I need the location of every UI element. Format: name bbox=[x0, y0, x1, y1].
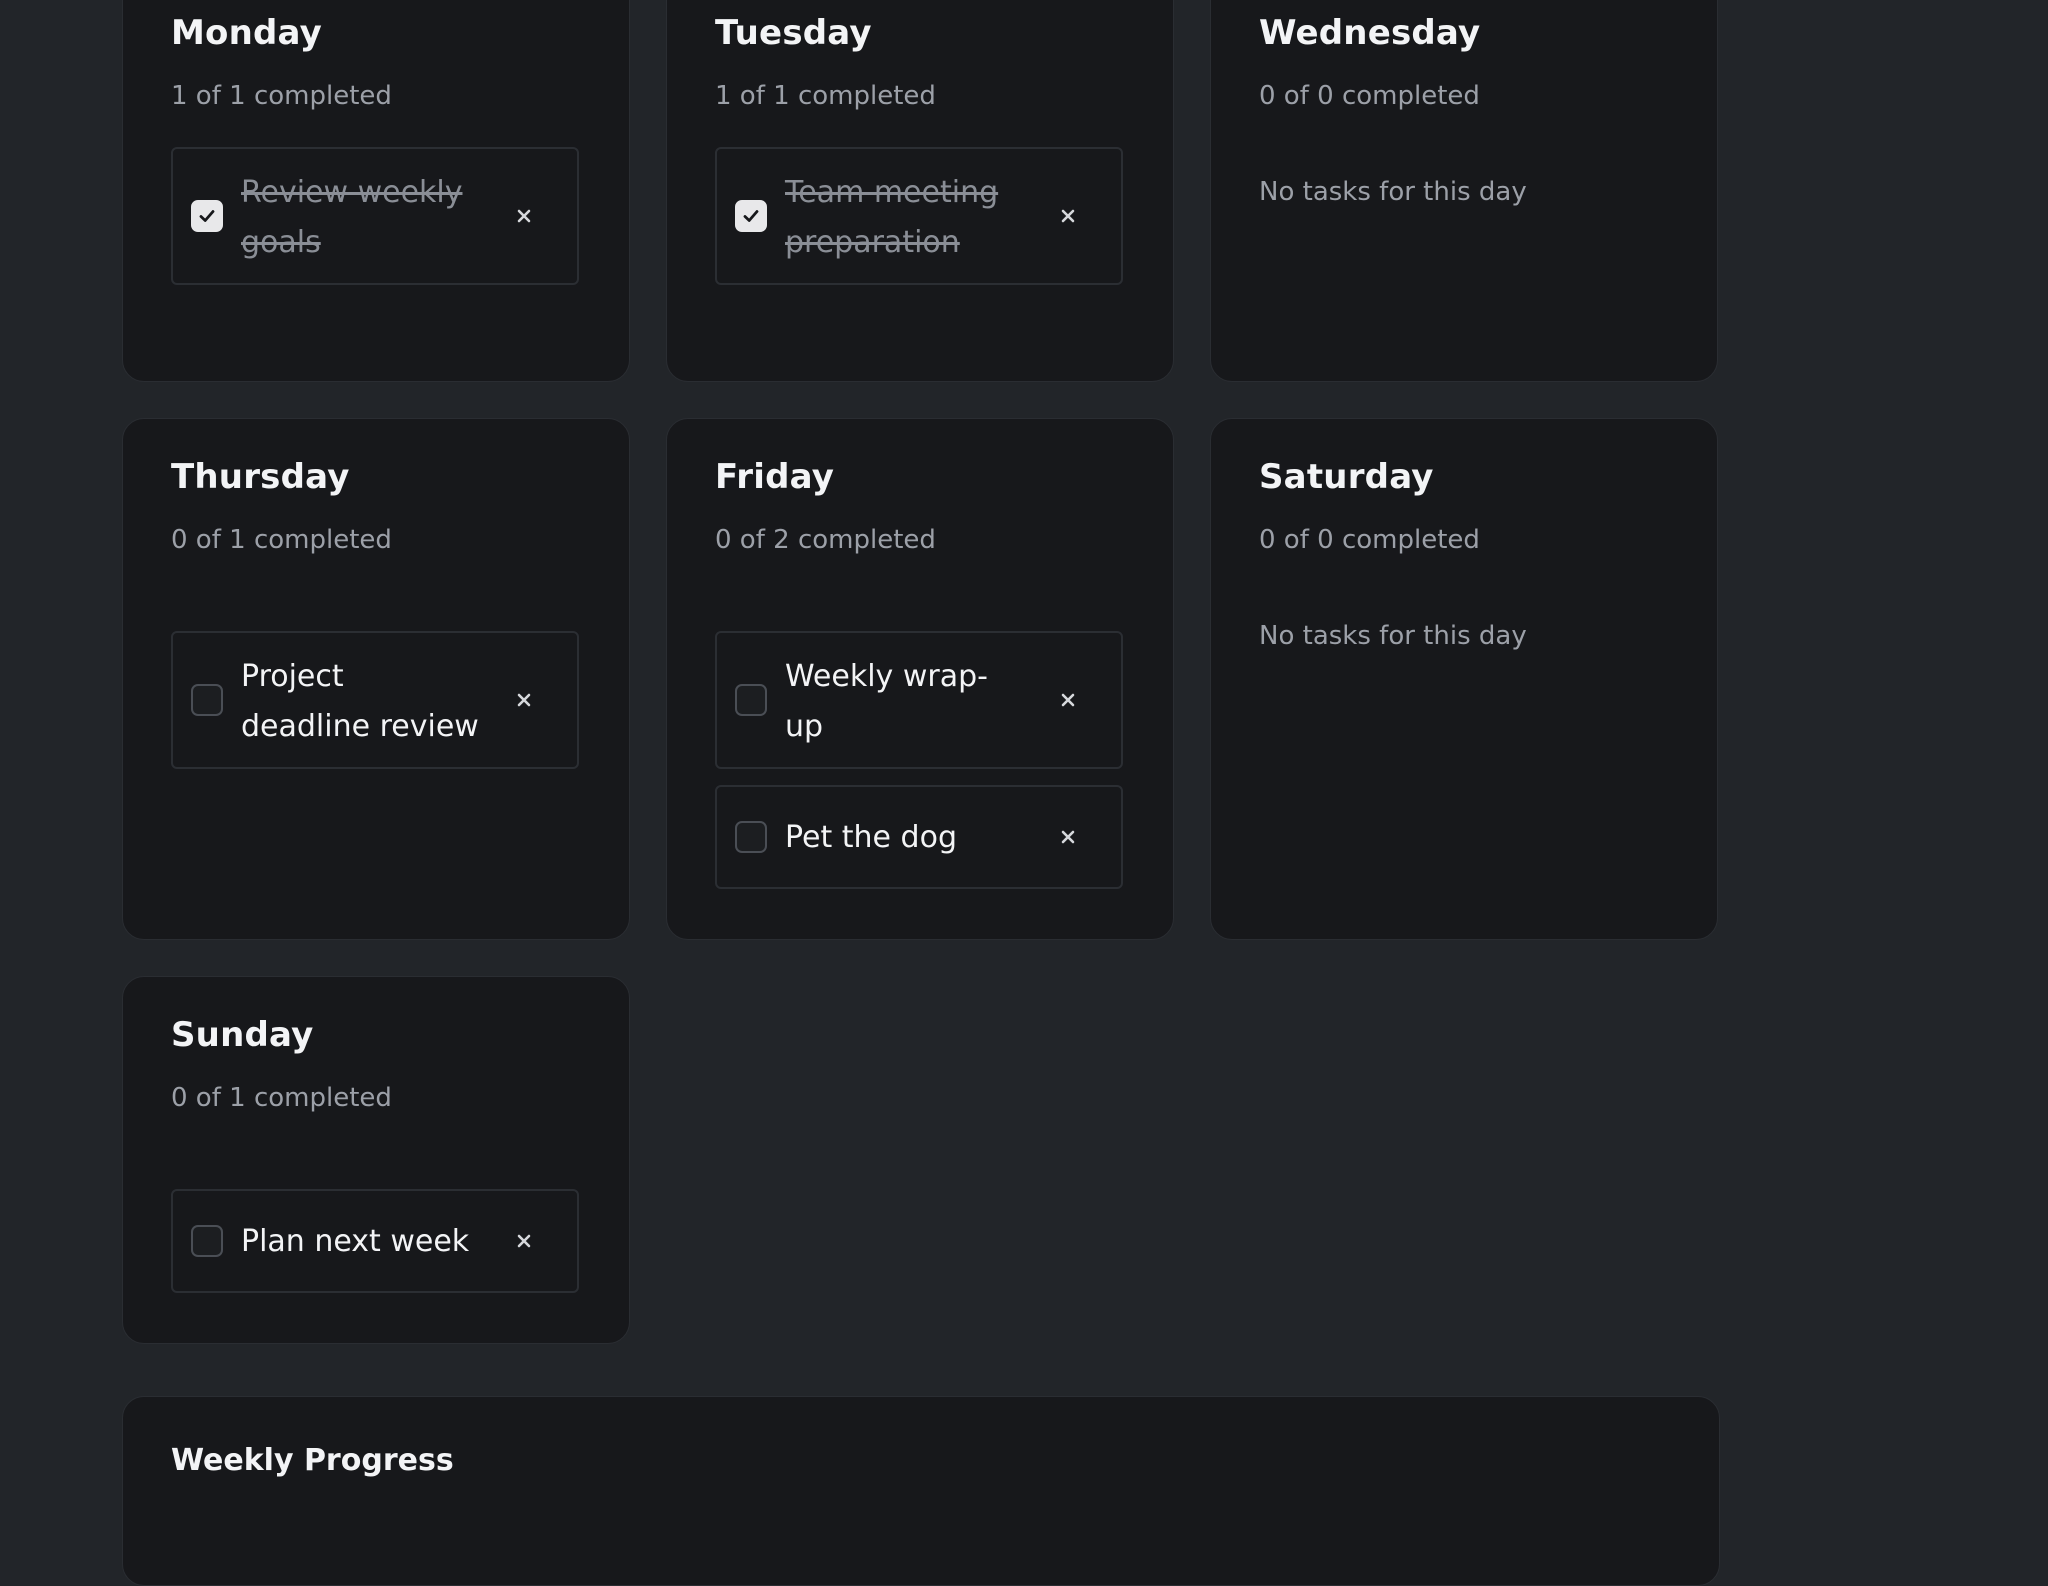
task-text: Review weekly goals bbox=[241, 175, 463, 260]
task-text: Pet the dog bbox=[785, 820, 957, 855]
task-item: Pet the dog bbox=[715, 785, 1123, 889]
check-icon bbox=[743, 210, 759, 222]
day-completion-count: 0 of 0 completed bbox=[1259, 81, 1480, 111]
close-icon bbox=[1061, 830, 1075, 844]
close-icon bbox=[517, 209, 531, 223]
weekly-progress-title: Weekly Progress bbox=[171, 1443, 454, 1478]
day-title: Sunday bbox=[171, 1015, 314, 1055]
day-card-thursday: Thursday 0 of 1 completed Project deadli… bbox=[122, 418, 630, 940]
day-title: Thursday bbox=[171, 457, 350, 497]
close-icon bbox=[1061, 209, 1075, 223]
task-item: Plan next week bbox=[171, 1189, 579, 1293]
day-completion-count: 1 of 1 completed bbox=[715, 81, 936, 111]
task-checkbox[interactable] bbox=[191, 200, 223, 232]
day-completion-count: 0 of 1 completed bbox=[171, 1083, 392, 1113]
remove-task-button[interactable] bbox=[511, 687, 537, 713]
task-text: Plan next week bbox=[241, 1224, 470, 1259]
day-card-monday: Monday 1 of 1 completed Review weekly go… bbox=[122, 0, 630, 382]
empty-day-message: No tasks for this day bbox=[1259, 177, 1527, 207]
day-card-wednesday: Wednesday 0 of 0 completed No tasks for … bbox=[1210, 0, 1718, 382]
day-card-tuesday: Tuesday 1 of 1 completed Team meeting pr… bbox=[666, 0, 1174, 382]
day-title: Tuesday bbox=[715, 13, 872, 53]
day-title: Wednesday bbox=[1259, 13, 1481, 53]
empty-day-message: No tasks for this day bbox=[1259, 621, 1527, 651]
day-card-saturday: Saturday 0 of 0 completed No tasks for t… bbox=[1210, 418, 1718, 940]
task-text: Team meeting preparation bbox=[785, 175, 999, 260]
remove-task-button[interactable] bbox=[1055, 203, 1081, 229]
remove-task-button[interactable] bbox=[1055, 824, 1081, 850]
task-checkbox[interactable] bbox=[735, 821, 767, 853]
day-completion-count: 0 of 2 completed bbox=[715, 525, 936, 555]
day-title: Friday bbox=[715, 457, 835, 497]
task-text: Weekly wrap-up bbox=[785, 659, 988, 744]
task-checkbox[interactable] bbox=[735, 200, 767, 232]
task-item: Team meeting preparation bbox=[715, 147, 1123, 285]
close-icon bbox=[517, 1234, 531, 1248]
check-icon bbox=[199, 210, 215, 222]
task-checkbox[interactable] bbox=[191, 684, 223, 716]
task-item: Review weekly goals bbox=[171, 147, 579, 285]
remove-task-button[interactable] bbox=[511, 203, 537, 229]
day-completion-count: 0 of 0 completed bbox=[1259, 525, 1480, 555]
remove-task-button[interactable] bbox=[511, 1228, 537, 1254]
task-item: Weekly wrap-up bbox=[715, 631, 1123, 769]
remove-task-button[interactable] bbox=[1055, 687, 1081, 713]
day-title: Monday bbox=[171, 13, 322, 53]
task-checkbox[interactable] bbox=[191, 1225, 223, 1257]
task-text: Project deadline review bbox=[241, 659, 479, 744]
close-icon bbox=[1061, 693, 1075, 707]
day-card-sunday: Sunday 0 of 1 completed Plan next week bbox=[122, 976, 630, 1344]
task-checkbox[interactable] bbox=[735, 684, 767, 716]
task-item: Project deadline review bbox=[171, 631, 579, 769]
day-title: Saturday bbox=[1259, 457, 1434, 497]
weekly-progress-card: Weekly Progress bbox=[122, 1396, 1720, 1586]
day-completion-count: 0 of 1 completed bbox=[171, 525, 392, 555]
close-icon bbox=[517, 693, 531, 707]
day-card-friday: Friday 0 of 2 completed Weekly wrap-up P… bbox=[666, 418, 1174, 940]
day-completion-count: 1 of 1 completed bbox=[171, 81, 392, 111]
